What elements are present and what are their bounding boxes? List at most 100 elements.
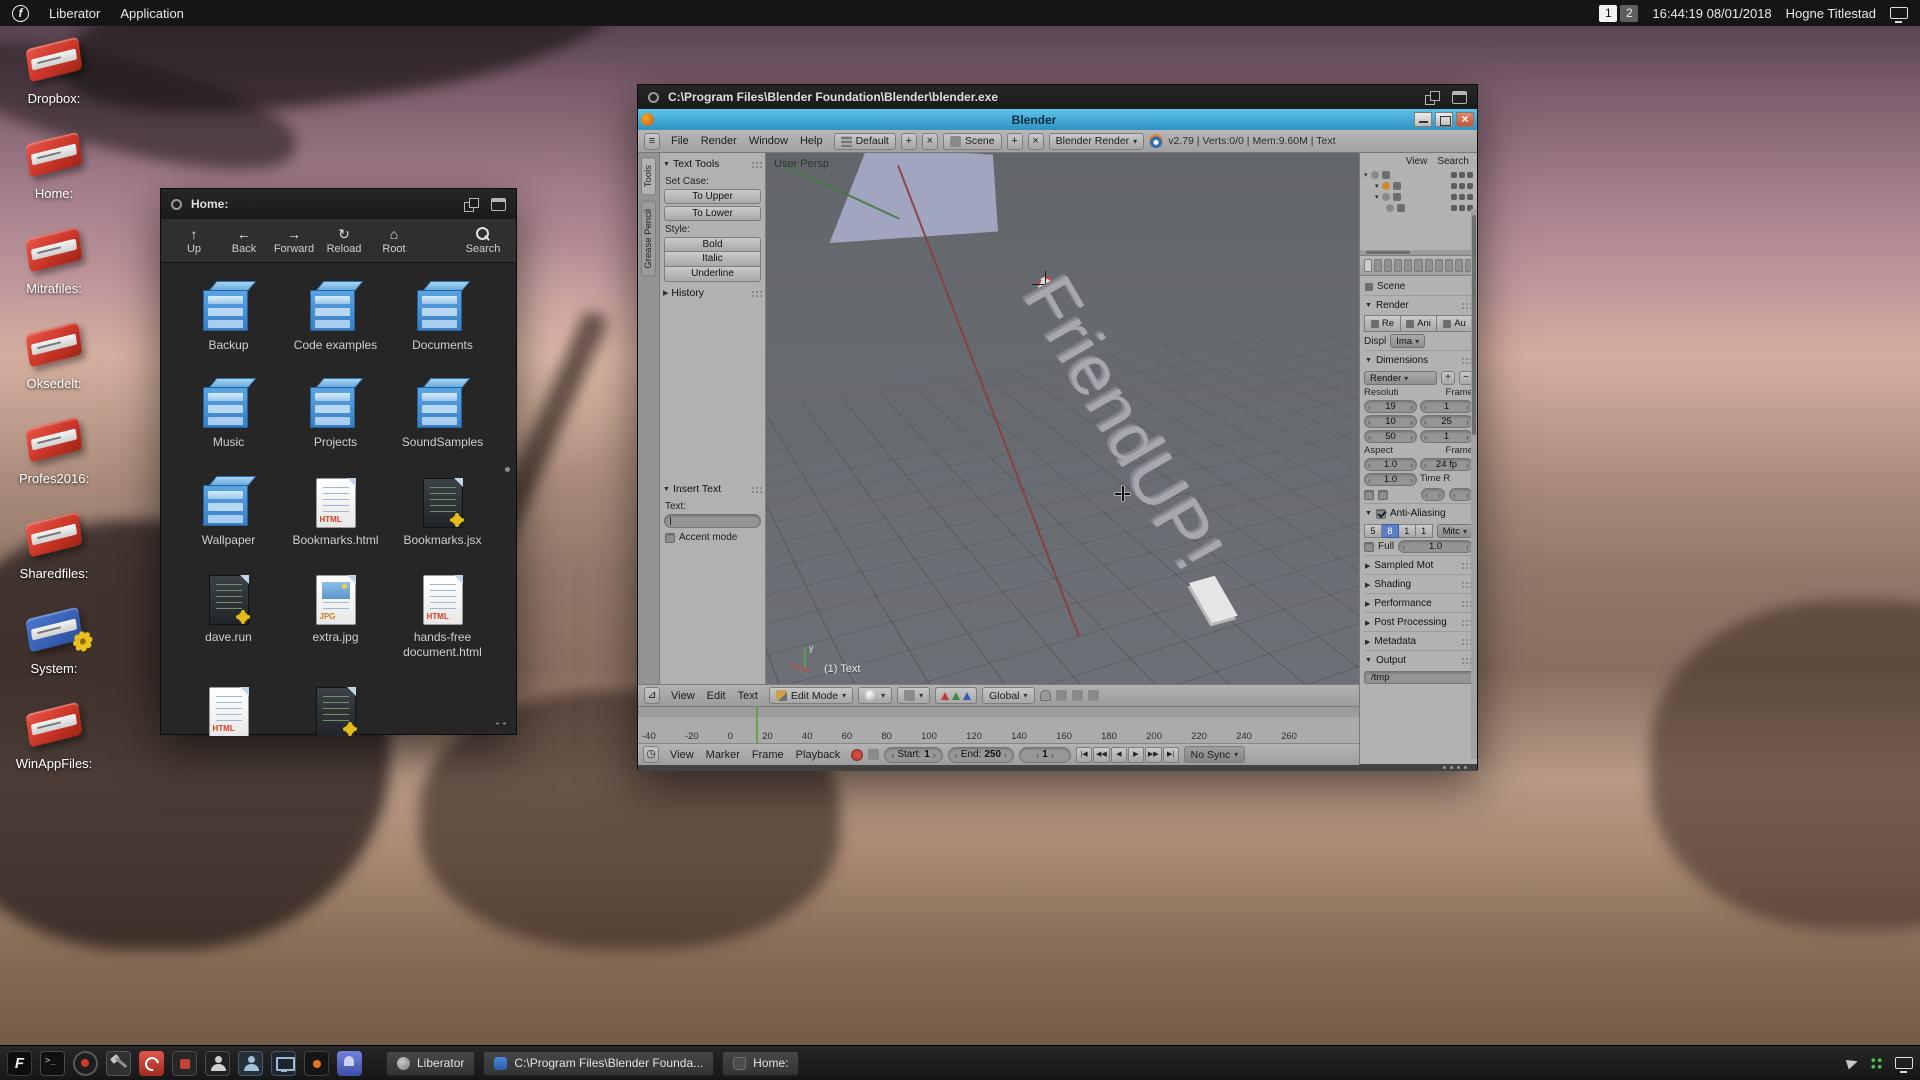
accent-mode-checkbox[interactable] bbox=[665, 533, 675, 543]
timeline-menu-item[interactable]: Marker bbox=[700, 749, 746, 761]
task-button[interactable]: C:\Program Files\Blender Founda... bbox=[483, 1051, 714, 1076]
window-resize-grip[interactable] bbox=[1464, 766, 1467, 769]
dock-icon[interactable] bbox=[337, 1051, 362, 1076]
menu-application[interactable]: Application bbox=[120, 6, 184, 21]
transport-button[interactable]: ▶ bbox=[1128, 747, 1144, 763]
collapsed-panel-header[interactable]: ▶Post Processing bbox=[1364, 612, 1473, 631]
frame-end-field[interactable]: ‹End: 250› bbox=[948, 747, 1014, 763]
close-button[interactable] bbox=[1456, 112, 1474, 127]
collapsed-panel-header[interactable]: ▶Shading bbox=[1364, 574, 1473, 593]
manipulator-toggles[interactable] bbox=[935, 687, 977, 704]
timeline-menu-item[interactable]: Frame bbox=[746, 749, 790, 761]
tab-scene-icon[interactable] bbox=[1384, 259, 1392, 272]
style-toggle-button[interactable]: Italic bbox=[664, 252, 761, 267]
anti-aliasing-panel-header[interactable]: ▼ Anti-Aliasing bbox=[1364, 503, 1473, 522]
dock-icon[interactable] bbox=[7, 1051, 32, 1076]
screens-icon[interactable] bbox=[1890, 7, 1908, 19]
display-dropdown[interactable]: Ima▾ bbox=[1390, 334, 1425, 348]
task-button[interactable]: Home: bbox=[722, 1051, 799, 1076]
file-item[interactable]: HTML Bookmarks.html bbox=[282, 474, 389, 547]
screen-layout-dropdown[interactable]: Default bbox=[834, 133, 896, 150]
file-item[interactable]: Music bbox=[175, 376, 282, 449]
desktop-icon[interactable]: Sharedfiles: bbox=[8, 511, 100, 581]
anti-aliasing-checkbox[interactable] bbox=[1376, 509, 1386, 519]
apps-grid-icon[interactable] bbox=[1870, 1057, 1883, 1070]
dock-icon[interactable] bbox=[139, 1051, 164, 1076]
add-scene-button[interactable]: + bbox=[1007, 133, 1023, 150]
window-maximize-icon[interactable] bbox=[491, 198, 506, 211]
desktop-icon[interactable]: Home: bbox=[8, 131, 100, 201]
desktop-icon[interactable]: Oksedelt: bbox=[8, 321, 100, 391]
keying-set-icon[interactable] bbox=[868, 749, 879, 760]
render-preset-dropdown[interactable]: Render▾ bbox=[1364, 371, 1437, 385]
dock-icon[interactable] bbox=[73, 1051, 98, 1076]
aa-sample-button[interactable]: 5 bbox=[1364, 524, 1382, 538]
outliner-row[interactable]: ▾ bbox=[1360, 191, 1477, 202]
animation-button[interactable]: Ani bbox=[1401, 315, 1437, 332]
snap-magnet-icon[interactable] bbox=[1040, 690, 1051, 701]
frame-range-field[interactable]: 1 bbox=[1420, 430, 1473, 443]
crop-checkbox[interactable] bbox=[1378, 490, 1388, 500]
dock-icon[interactable] bbox=[238, 1051, 263, 1076]
aa-sample-button[interactable]: 1 bbox=[1416, 524, 1433, 538]
pivot-dropdown[interactable]: ▾ bbox=[897, 687, 930, 704]
frame-range-field[interactable]: 25 bbox=[1420, 415, 1473, 428]
transport-button[interactable]: ◀◀ bbox=[1093, 747, 1110, 763]
timeline-menu-item[interactable]: View bbox=[664, 749, 700, 761]
toolbar-button[interactable]: Root bbox=[369, 221, 419, 261]
current-frame-field[interactable]: ‹1› bbox=[1019, 747, 1071, 763]
share-icon[interactable] bbox=[1846, 1057, 1860, 1070]
dock-icon[interactable] bbox=[271, 1051, 296, 1076]
menubar-item[interactable]: File bbox=[665, 135, 695, 147]
window-menu-icon[interactable] bbox=[648, 92, 659, 103]
output-path-field[interactable]: /tmp bbox=[1364, 671, 1473, 684]
collapsed-panel-header[interactable]: ▶Performance bbox=[1364, 593, 1473, 612]
wine-titlebar[interactable]: Blender bbox=[638, 109, 1477, 130]
aa-sample-button[interactable]: 8 bbox=[1382, 524, 1399, 538]
screens-icon[interactable] bbox=[1895, 1057, 1913, 1069]
file-item[interactable]: JPG extra.jpg bbox=[282, 571, 389, 659]
toolbar-button[interactable]: Reload bbox=[319, 221, 369, 261]
viewport-menu-item[interactable]: Text bbox=[732, 690, 764, 702]
frame-range-field[interactable]: 1 bbox=[1420, 400, 1473, 413]
timeline-ruler[interactable]: -40-200204060801001201401601802002202402… bbox=[638, 707, 1359, 743]
transport-button[interactable]: |◀ bbox=[1076, 747, 1092, 763]
output-panel-header[interactable]: ▼Output bbox=[1364, 650, 1473, 669]
window-menu-icon[interactable] bbox=[171, 199, 182, 210]
tab-world-icon[interactable] bbox=[1394, 259, 1402, 272]
editor-type-icon[interactable]: ◷ bbox=[643, 746, 659, 763]
workspace-2[interactable]: 2 bbox=[1620, 5, 1638, 22]
remove-layout-button[interactable]: × bbox=[922, 133, 938, 150]
panel-grip[interactable] bbox=[751, 161, 762, 168]
toolbar-button[interactable]: Up bbox=[169, 221, 219, 261]
viewport-menu-item[interactable]: View bbox=[665, 690, 701, 702]
tab-data-icon[interactable] bbox=[1435, 259, 1443, 272]
maximize-button[interactable] bbox=[1435, 112, 1453, 127]
desktop-icon[interactable]: Profes2016: bbox=[8, 416, 100, 486]
file-item[interactable]: Code examples bbox=[282, 279, 389, 352]
text-tools-panel-header[interactable]: ▼ Text Tools bbox=[661, 155, 764, 173]
add-preset-button[interactable]: + bbox=[1441, 371, 1455, 385]
minimize-button[interactable] bbox=[1414, 112, 1432, 127]
aa-filter-dropdown[interactable]: Mitc▾ bbox=[1437, 524, 1473, 538]
tab-render-icon[interactable] bbox=[1364, 259, 1372, 272]
resolution-field[interactable]: 19 bbox=[1364, 400, 1417, 413]
outliner-row[interactable]: ▾ bbox=[1360, 169, 1477, 180]
collapsed-panel-header[interactable]: ▶Sampled Mot bbox=[1364, 555, 1473, 574]
workspace-1[interactable]: 1 bbox=[1599, 5, 1617, 22]
outliner-scrollbar[interactable] bbox=[1360, 250, 1477, 255]
outliner-menu-view[interactable]: View bbox=[1406, 156, 1428, 167]
scene-dropdown[interactable]: Scene bbox=[943, 133, 1002, 150]
tab-tools[interactable]: Tools bbox=[641, 157, 656, 195]
panel-grip[interactable] bbox=[751, 290, 762, 297]
render-button[interactable]: Re bbox=[1364, 315, 1401, 332]
toolbar-button[interactable]: Forward bbox=[269, 221, 319, 261]
time-remap-new-field[interactable] bbox=[1449, 488, 1473, 501]
tab-grease-pencil[interactable]: Grease Pencil bbox=[641, 201, 656, 277]
dock-icon[interactable] bbox=[106, 1051, 131, 1076]
add-layout-button[interactable]: + bbox=[901, 133, 917, 150]
desktop-icon[interactable]: WinAppFiles: bbox=[8, 701, 100, 771]
file-item[interactable]: Backup bbox=[175, 279, 282, 352]
file-item[interactable]: dave.run bbox=[175, 571, 282, 659]
outliner-row[interactable]: ▾ bbox=[1360, 180, 1477, 191]
